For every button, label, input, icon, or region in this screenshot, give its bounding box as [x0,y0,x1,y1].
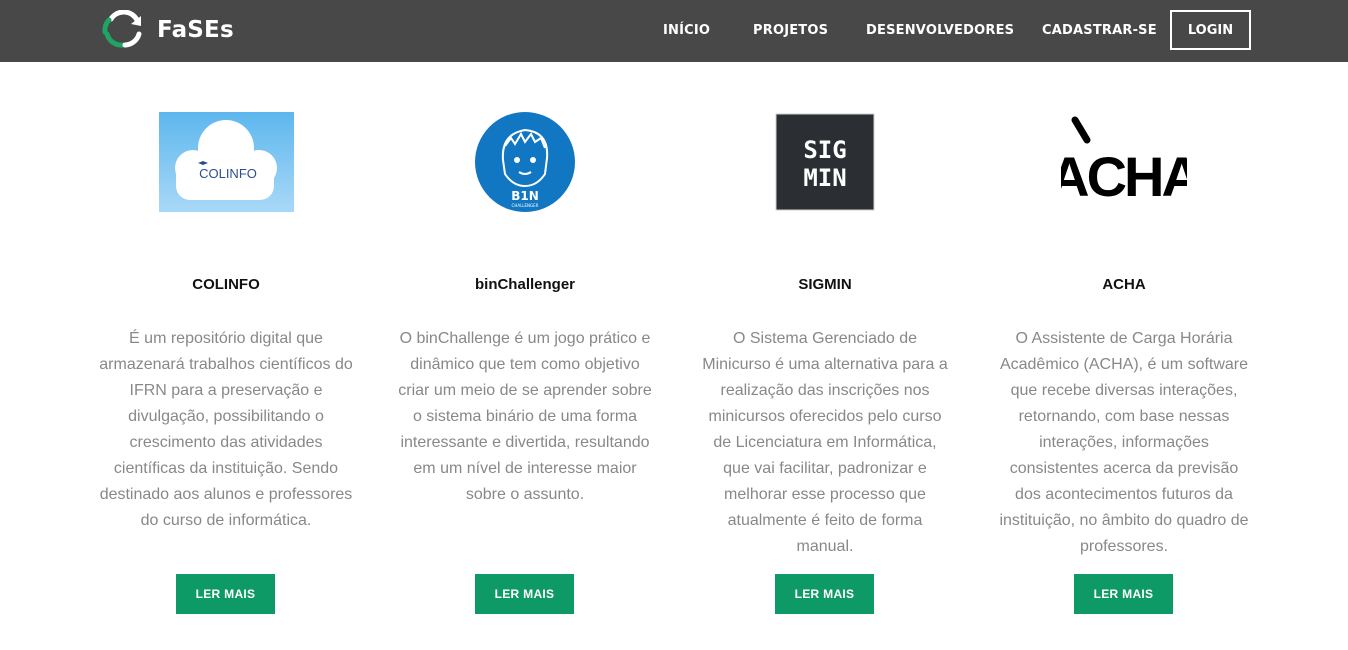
project-description: O binChallenge é um jogo prático e dinâm… [398,330,652,503]
project-description: É um repositório digital que armazenará … [99,330,353,529]
project-title: COLINFO [192,276,260,293]
project-image-wrap: COLINFO [91,100,361,224]
binchallenger-logo-text: B1N [511,189,539,203]
top-navbar: FaSEs INÍCIO PROJETOS DESENVOLVEDORES CA… [0,0,1348,62]
project-card-acha: ACHA ACHA O Assistente de Carga Horária … [989,100,1259,614]
nav-link-inicio[interactable]: INÍCIO [663,23,710,38]
colinfo-logo-icon: COLINFO [158,112,294,212]
project-title: SIGMIN [798,276,852,293]
project-title: binChallenger [474,276,575,293]
sigmin-logo-text-top: SIG [803,136,846,164]
read-more-button[interactable]: LER MAIS [475,574,574,614]
binchallenger-logo-subtext: CHALLENGER [512,203,539,208]
project-image-wrap: B1N CHALLENGER [390,100,660,224]
brand-logo-icon [102,10,142,48]
sigmin-logo-text-bottom: MIN [803,164,846,192]
login-button[interactable]: LOGIN [1170,10,1251,50]
project-image-wrap: ACHA [989,100,1259,224]
brand[interactable]: FaSEs [101,10,234,50]
colinfo-logo-text: COLINFO [199,166,257,181]
acha-logo-icon: ACHA [1061,116,1187,208]
nav-link-projetos[interactable]: PROJETOS [753,23,828,38]
read-more-button[interactable]: LER MAIS [176,574,275,614]
read-more-button[interactable]: LER MAIS [1074,574,1173,614]
project-card-colinfo: COLINFO COLINFO É um repositório digital… [91,100,361,614]
project-card-sigmin: SIG MIN SIGMIN O Sistema Gerenciado de M… [690,100,960,614]
binchallenger-logo-icon: B1N CHALLENGER [475,112,575,212]
project-image-wrap: SIG MIN [690,100,960,224]
project-description: O Sistema Gerenciado de Minicurso é uma … [702,330,948,555]
project-card-binchallenger: B1N CHALLENGER binChallenger O binChalle… [390,100,660,614]
read-more-button[interactable]: LER MAIS [775,574,874,614]
nav-link-cadastrar[interactable]: CADASTRAR-SE [1042,23,1157,38]
sigmin-logo-icon: SIG MIN [774,112,876,212]
nav-link-desenvolvedores[interactable]: DESENVOLVEDORES [866,23,1014,38]
acha-logo-text: ACHA [1061,145,1187,208]
project-description: O Assistente de Carga Horária Acadêmico … [999,330,1249,555]
brand-name: FaSEs [157,17,234,43]
project-title: ACHA [1102,276,1146,293]
